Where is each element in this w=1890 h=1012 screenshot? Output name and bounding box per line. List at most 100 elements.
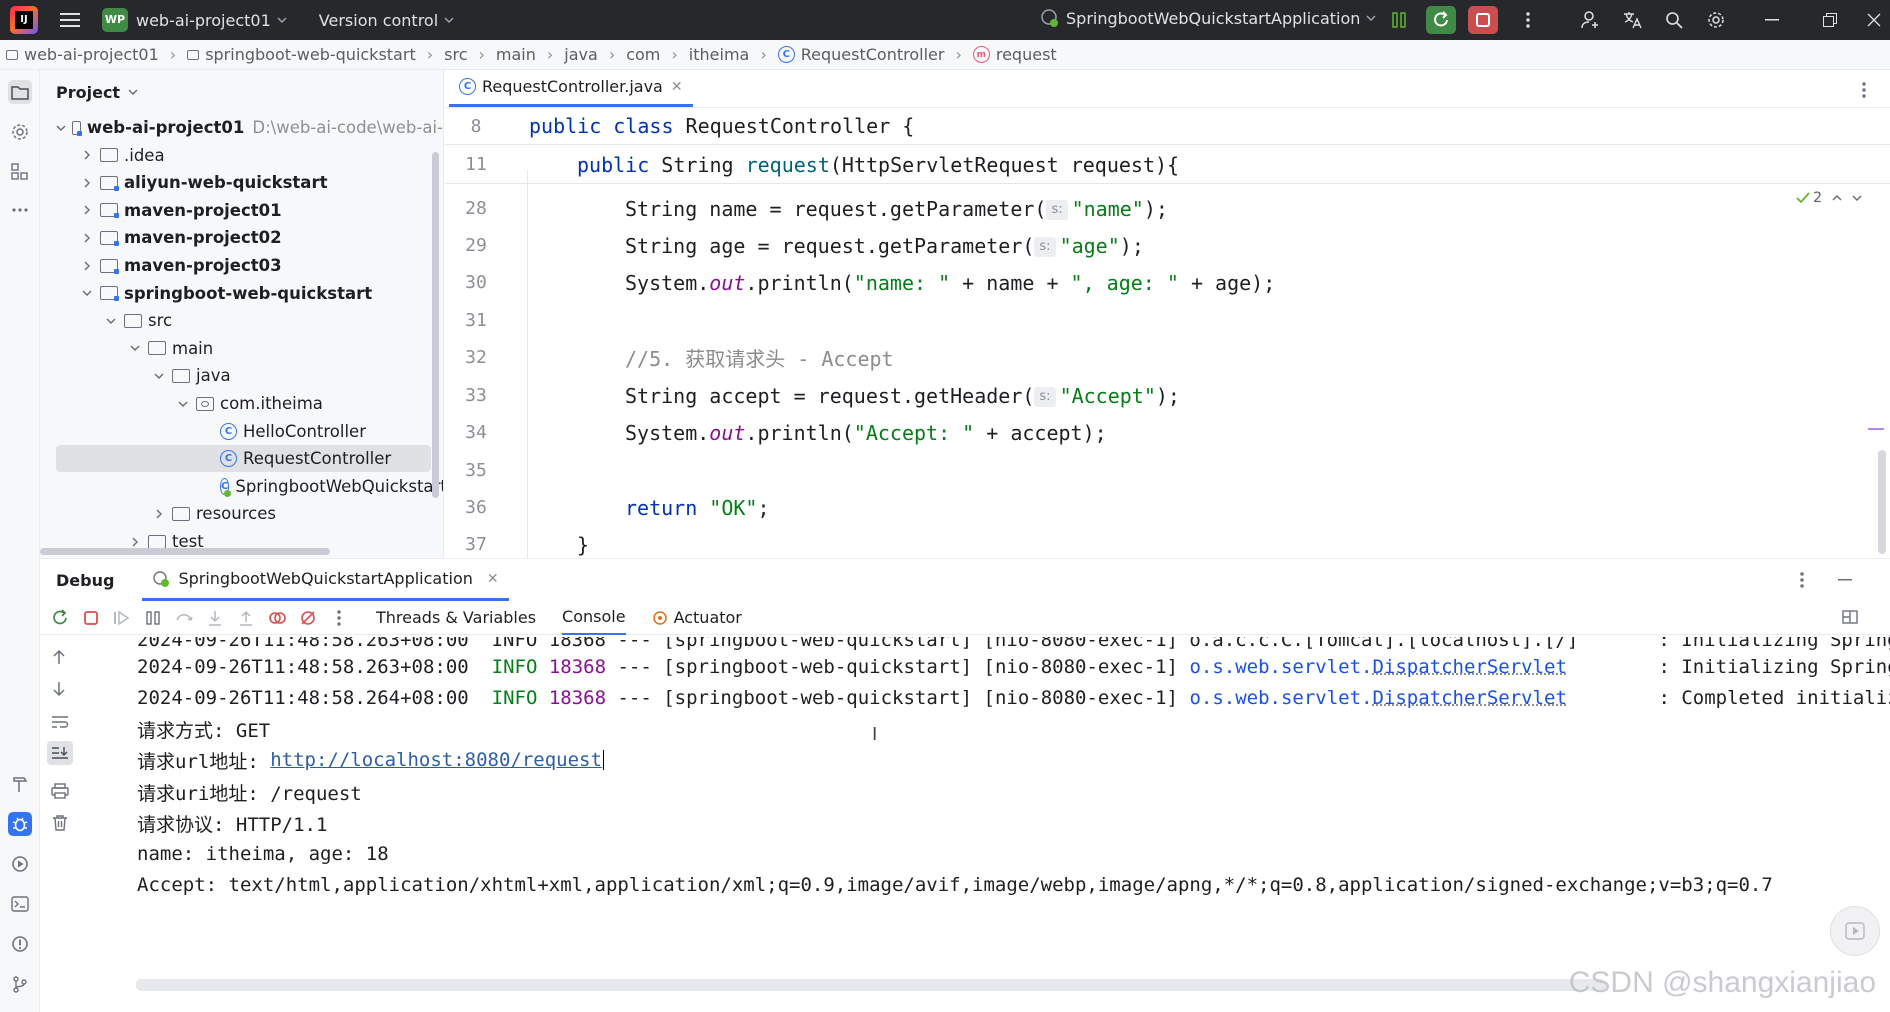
step-into-button[interactable] bbox=[204, 607, 226, 629]
tab-console[interactable]: Console bbox=[562, 601, 626, 635]
tree-item[interactable]: resources bbox=[40, 500, 443, 527]
restore-button[interactable] bbox=[1818, 6, 1842, 34]
request-url-link[interactable]: http://localhost:8080/request bbox=[270, 749, 602, 771]
crumb-itheima[interactable]: itheima › bbox=[689, 45, 778, 64]
floating-play-button[interactable] bbox=[1830, 906, 1880, 956]
crumb-com[interactable]: com › bbox=[626, 45, 689, 64]
chevron-right-icon[interactable] bbox=[80, 231, 94, 245]
close-window-button[interactable] bbox=[1864, 6, 1884, 34]
console-output[interactable]: 2024-09-26T11:48:58.263+08:00 INFO 18368… bbox=[80, 637, 1890, 1012]
code-line-37[interactable]: 37} bbox=[445, 526, 1890, 558]
log-logger[interactable]: o.s.web.servlet.DispatcherServlet bbox=[1189, 687, 1567, 709]
editor-tab-requestcontroller[interactable]: C RequestController.java ✕ bbox=[449, 70, 693, 107]
crumb-src[interactable]: src › bbox=[444, 45, 496, 64]
settings-button[interactable] bbox=[1704, 6, 1728, 34]
tree-item[interactable]: C RequestController bbox=[56, 445, 431, 473]
chevron-down-icon[interactable] bbox=[176, 397, 190, 411]
search-everywhere-button[interactable] bbox=[1662, 6, 1686, 34]
project-scrollbar[interactable] bbox=[432, 152, 439, 498]
step-out-button[interactable] bbox=[235, 607, 257, 629]
chevron-down-icon[interactable] bbox=[152, 369, 166, 383]
debug-tool-button[interactable] bbox=[8, 812, 32, 836]
close-tab-icon[interactable]: ✕ bbox=[671, 79, 683, 95]
services-tool-button[interactable] bbox=[8, 120, 32, 144]
more-debug-actions-button[interactable] bbox=[328, 607, 350, 629]
code-line-35[interactable]: 35 bbox=[445, 452, 1890, 489]
rerun-button[interactable] bbox=[1426, 6, 1456, 34]
console-horizontal-scrollbar[interactable] bbox=[136, 979, 1606, 991]
code-line-30[interactable]: 30 System.out.println("name: " + name + "… bbox=[445, 264, 1890, 301]
tab-actuator[interactable]: Actuator bbox=[652, 601, 742, 635]
run-session-tab[interactable]: SpringbootWebQuickstartApplication ✕ bbox=[142, 559, 509, 601]
tab-threads-variables[interactable]: Threads & Variables bbox=[376, 601, 536, 635]
translate-button[interactable] bbox=[1620, 6, 1644, 34]
git-tool-button[interactable] bbox=[8, 972, 32, 996]
project-tool-button[interactable] bbox=[8, 80, 32, 104]
structure-tool-button[interactable] bbox=[8, 160, 32, 184]
code-line-34[interactable]: 34 System.out.println("Accept: " + accept… bbox=[445, 414, 1890, 451]
tree-item[interactable]: springboot-web-quickstart bbox=[40, 280, 443, 307]
terminal-tool-button[interactable] bbox=[8, 892, 32, 916]
view-breakpoints-button[interactable] bbox=[266, 607, 288, 629]
chevron-right-icon[interactable] bbox=[80, 259, 94, 273]
project-horizontal-scrollbar[interactable] bbox=[40, 548, 330, 555]
run-tool-button[interactable] bbox=[8, 852, 32, 876]
intellij-logo[interactable] bbox=[10, 6, 38, 34]
crumb-java[interactable]: java › bbox=[564, 45, 626, 64]
logger-class-link[interactable]: DispatcherServlet bbox=[1372, 656, 1566, 678]
chevron-right-icon[interactable] bbox=[80, 203, 94, 217]
close-tab-icon[interactable]: ✕ bbox=[487, 571, 499, 587]
tree-item[interactable]: C HelloController bbox=[40, 418, 443, 445]
crumb-project[interactable]: web-ai-project01 › bbox=[6, 45, 187, 64]
editor-scrollbar[interactable] bbox=[1878, 450, 1886, 554]
tree-item[interactable]: aliyun-web-quickstart bbox=[40, 169, 443, 196]
chevron-down-icon[interactable] bbox=[56, 121, 66, 135]
vcs-menu[interactable]: Version control bbox=[319, 11, 454, 30]
more-tools-button[interactable] bbox=[8, 198, 32, 222]
tree-item[interactable]: main bbox=[40, 335, 443, 362]
crumb-class[interactable]: C RequestController › bbox=[777, 45, 973, 64]
stop-debug-button[interactable] bbox=[80, 607, 102, 629]
layout-settings-button[interactable] bbox=[1842, 609, 1858, 625]
tree-item[interactable]: src bbox=[40, 307, 443, 334]
editor-tabs-menu-button[interactable] bbox=[1862, 82, 1866, 98]
chevron-right-icon[interactable] bbox=[80, 176, 94, 190]
code-line-32[interactable]: 32 //5. 获取请求头 - Accept bbox=[445, 339, 1890, 376]
build-tool-button[interactable] bbox=[8, 772, 32, 796]
tree-item[interactable]: web-ai-project01 D:\web-ai-code\web-ai- bbox=[40, 114, 443, 141]
minimize-button[interactable] bbox=[1760, 6, 1784, 34]
hide-panel-button[interactable] bbox=[1838, 579, 1852, 581]
debug-options-button[interactable] bbox=[1800, 572, 1804, 588]
code-line-31[interactable]: 31 bbox=[445, 302, 1890, 339]
chevron-right-icon[interactable] bbox=[80, 148, 94, 162]
tree-item[interactable]: C SpringbootWebQuickstart bbox=[40, 473, 443, 500]
code-with-me-button[interactable] bbox=[1578, 6, 1602, 34]
pause-button[interactable] bbox=[142, 607, 164, 629]
tree-item[interactable]: maven-project01 bbox=[40, 197, 443, 224]
tree-item[interactable]: maven-project03 bbox=[40, 252, 443, 279]
chevron-right-icon[interactable] bbox=[128, 535, 142, 549]
code-line-11[interactable]: 11 public String request(HttpServletReque… bbox=[445, 146, 1890, 184]
code-line-28[interactable]: 28 String name = request.getParameter(s: "… bbox=[445, 190, 1890, 227]
code-line-33[interactable]: 33 String accept = request.getHeader(s: "A… bbox=[445, 377, 1890, 414]
print-button[interactable] bbox=[51, 783, 69, 799]
editor-error-stripe-mark[interactable] bbox=[1868, 428, 1884, 430]
scroll-down-button[interactable] bbox=[52, 681, 66, 697]
crumb-module[interactable]: springboot-web-quickstart › bbox=[187, 45, 444, 64]
chevron-down-icon[interactable] bbox=[80, 286, 94, 300]
project-switcher[interactable]: WP web-ai-project01 bbox=[102, 8, 287, 32]
pause-program-button[interactable] bbox=[1388, 6, 1410, 34]
tree-item[interactable]: maven-project02 bbox=[40, 224, 443, 251]
inspection-ok[interactable]: 2 bbox=[1796, 190, 1822, 206]
inspection-widget[interactable]: 2 bbox=[1796, 190, 1862, 206]
chevron-down-icon[interactable] bbox=[104, 314, 118, 328]
chevron-up-icon[interactable] bbox=[1832, 195, 1842, 201]
problems-tool-button[interactable] bbox=[8, 932, 32, 956]
resume-button[interactable] bbox=[111, 607, 133, 629]
scroll-up-button[interactable] bbox=[52, 649, 66, 665]
chevron-down-icon[interactable] bbox=[1852, 195, 1862, 201]
tree-item[interactable]: com.itheima bbox=[40, 390, 443, 417]
step-over-button[interactable] bbox=[173, 607, 195, 629]
code-line-8[interactable]: 8 public class RequestController { bbox=[445, 108, 1890, 145]
project-panel-header[interactable]: Project bbox=[40, 70, 443, 114]
